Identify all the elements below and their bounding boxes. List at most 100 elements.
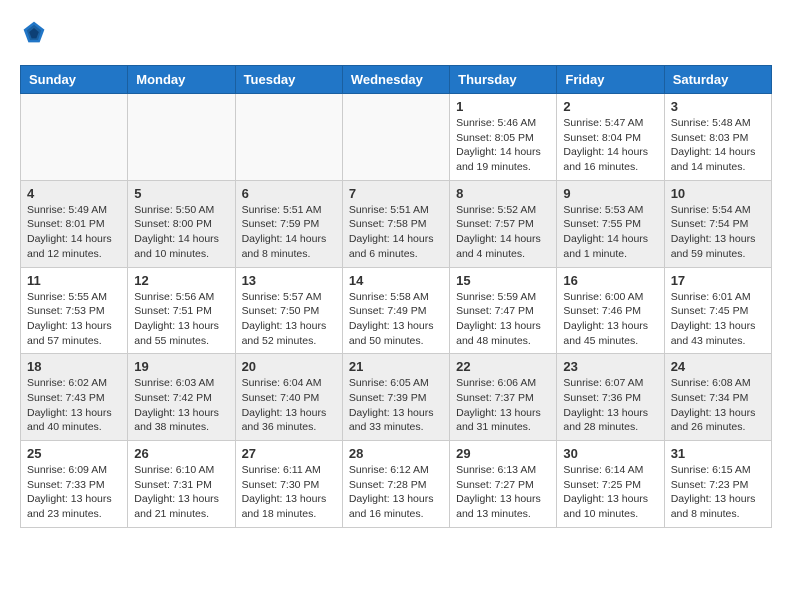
day-info: Sunrise: 6:07 AM Sunset: 7:36 PM Dayligh… [563,376,657,435]
day-number: 22 [456,359,550,374]
calendar-cell: 18 Sunrise: 6:02 AM Sunset: 7:43 PM Dayli… [21,354,128,441]
calendar-week-row: 25 Sunrise: 6:09 AM Sunset: 7:33 PM Dayli… [21,441,772,528]
calendar-cell: 22 Sunrise: 6:06 AM Sunset: 7:37 PM Dayli… [450,354,557,441]
day-info: Sunrise: 6:06 AM Sunset: 7:37 PM Dayligh… [456,376,550,435]
day-number: 10 [671,186,765,201]
calendar-cell: 28 Sunrise: 6:12 AM Sunset: 7:28 PM Dayli… [342,441,449,528]
day-info: Sunrise: 5:56 AM Sunset: 7:51 PM Dayligh… [134,290,228,349]
day-info: Sunrise: 5:47 AM Sunset: 8:04 PM Dayligh… [563,116,657,175]
day-info: Sunrise: 6:14 AM Sunset: 7:25 PM Dayligh… [563,463,657,522]
day-number: 30 [563,446,657,461]
day-number: 31 [671,446,765,461]
calendar-header-row: SundayMondayTuesdayWednesdayThursdayFrid… [21,66,772,94]
day-number: 9 [563,186,657,201]
day-number: 5 [134,186,228,201]
calendar-cell: 15 Sunrise: 5:59 AM Sunset: 7:47 PM Dayli… [450,267,557,354]
calendar-cell [128,94,235,181]
day-info: Sunrise: 6:10 AM Sunset: 7:31 PM Dayligh… [134,463,228,522]
day-info: Sunrise: 5:55 AM Sunset: 7:53 PM Dayligh… [27,290,121,349]
calendar-cell: 25 Sunrise: 6:09 AM Sunset: 7:33 PM Dayli… [21,441,128,528]
calendar-cell [342,94,449,181]
calendar-cell: 29 Sunrise: 6:13 AM Sunset: 7:27 PM Dayli… [450,441,557,528]
day-info: Sunrise: 6:09 AM Sunset: 7:33 PM Dayligh… [27,463,121,522]
day-info: Sunrise: 5:50 AM Sunset: 8:00 PM Dayligh… [134,203,228,262]
calendar-cell: 5 Sunrise: 5:50 AM Sunset: 8:00 PM Daylig… [128,180,235,267]
calendar-week-row: 1Sunrise: 5:46 AM Sunset: 8:05 PM Daylig… [21,94,772,181]
day-info: Sunrise: 6:02 AM Sunset: 7:43 PM Dayligh… [27,376,121,435]
day-info: Sunrise: 5:53 AM Sunset: 7:55 PM Dayligh… [563,203,657,262]
day-number: 16 [563,273,657,288]
day-header-sunday: Sunday [21,66,128,94]
calendar-week-row: 11 Sunrise: 5:55 AM Sunset: 7:53 PM Dayli… [21,267,772,354]
page-header [20,20,772,49]
day-number: 29 [456,446,550,461]
day-number: 20 [242,359,336,374]
day-info: Sunrise: 5:49 AM Sunset: 8:01 PM Dayligh… [27,203,121,262]
calendar-cell: 7 Sunrise: 5:51 AM Sunset: 7:58 PM Daylig… [342,180,449,267]
day-header-tuesday: Tuesday [235,66,342,94]
calendar-cell: 26 Sunrise: 6:10 AM Sunset: 7:31 PM Dayli… [128,441,235,528]
day-info: Sunrise: 6:11 AM Sunset: 7:30 PM Dayligh… [242,463,336,522]
calendar-cell: 16 Sunrise: 6:00 AM Sunset: 7:46 PM Dayli… [557,267,664,354]
day-number: 11 [27,273,121,288]
day-info: Sunrise: 5:51 AM Sunset: 7:59 PM Dayligh… [242,203,336,262]
day-number: 17 [671,273,765,288]
calendar-cell: 23 Sunrise: 6:07 AM Sunset: 7:36 PM Dayli… [557,354,664,441]
calendar-cell: 19Sunrise: 6:03 AM Sunset: 7:42 PM Dayli… [128,354,235,441]
calendar-cell: 24 Sunrise: 6:08 AM Sunset: 7:34 PM Dayli… [664,354,771,441]
calendar-cell: 20Sunrise: 6:04 AM Sunset: 7:40 PM Dayli… [235,354,342,441]
day-number: 19 [134,359,228,374]
day-number: 12 [134,273,228,288]
day-number: 15 [456,273,550,288]
day-info: Sunrise: 6:13 AM Sunset: 7:27 PM Dayligh… [456,463,550,522]
day-info: Sunrise: 6:12 AM Sunset: 7:28 PM Dayligh… [349,463,443,522]
day-header-monday: Monday [128,66,235,94]
day-info: Sunrise: 6:01 AM Sunset: 7:45 PM Dayligh… [671,290,765,349]
day-number: 4 [27,186,121,201]
day-info: Sunrise: 5:59 AM Sunset: 7:47 PM Dayligh… [456,290,550,349]
day-number: 13 [242,273,336,288]
day-number: 18 [27,359,121,374]
calendar-cell: 31 Sunrise: 6:15 AM Sunset: 7:23 PM Dayli… [664,441,771,528]
day-info: Sunrise: 5:52 AM Sunset: 7:57 PM Dayligh… [456,203,550,262]
calendar-table: SundayMondayTuesdayWednesdayThursdayFrid… [20,65,772,528]
day-info: Sunrise: 6:08 AM Sunset: 7:34 PM Dayligh… [671,376,765,435]
calendar-cell: 9 Sunrise: 5:53 AM Sunset: 7:55 PM Daylig… [557,180,664,267]
day-number: 25 [27,446,121,461]
day-number: 14 [349,273,443,288]
calendar-cell [21,94,128,181]
day-header-friday: Friday [557,66,664,94]
day-header-thursday: Thursday [450,66,557,94]
day-info: Sunrise: 5:58 AM Sunset: 7:49 PM Dayligh… [349,290,443,349]
calendar-cell: 21Sunrise: 6:05 AM Sunset: 7:39 PM Dayli… [342,354,449,441]
calendar-cell: 14 Sunrise: 5:58 AM Sunset: 7:49 PM Dayli… [342,267,449,354]
calendar-cell: 30 Sunrise: 6:14 AM Sunset: 7:25 PM Dayli… [557,441,664,528]
calendar-week-row: 18 Sunrise: 6:02 AM Sunset: 7:43 PM Dayli… [21,354,772,441]
day-number: 24 [671,359,765,374]
day-info: Sunrise: 6:05 AM Sunset: 7:39 PM Dayligh… [349,376,443,435]
day-info: Sunrise: 6:15 AM Sunset: 7:23 PM Dayligh… [671,463,765,522]
calendar-cell [235,94,342,181]
logo [20,20,46,49]
day-info: Sunrise: 5:54 AM Sunset: 7:54 PM Dayligh… [671,203,765,262]
calendar-cell: 11 Sunrise: 5:55 AM Sunset: 7:53 PM Dayli… [21,267,128,354]
day-info: Sunrise: 5:51 AM Sunset: 7:58 PM Dayligh… [349,203,443,262]
calendar-cell: 6 Sunrise: 5:51 AM Sunset: 7:59 PM Daylig… [235,180,342,267]
day-number: 28 [349,446,443,461]
day-number: 8 [456,186,550,201]
day-number: 27 [242,446,336,461]
day-number: 23 [563,359,657,374]
day-number: 2 [563,99,657,114]
day-number: 7 [349,186,443,201]
calendar-cell: 27 Sunrise: 6:11 AM Sunset: 7:30 PM Dayli… [235,441,342,528]
calendar-cell: 3Sunrise: 5:48 AM Sunset: 8:03 PM Daylig… [664,94,771,181]
day-number: 26 [134,446,228,461]
calendar-cell: 17 Sunrise: 6:01 AM Sunset: 7:45 PM Dayli… [664,267,771,354]
day-number: 6 [242,186,336,201]
calendar-cell: 4 Sunrise: 5:49 AM Sunset: 8:01 PM Daylig… [21,180,128,267]
day-number: 3 [671,99,765,114]
day-info: Sunrise: 6:00 AM Sunset: 7:46 PM Dayligh… [563,290,657,349]
calendar-cell: 12 Sunrise: 5:56 AM Sunset: 7:51 PM Dayli… [128,267,235,354]
day-header-wednesday: Wednesday [342,66,449,94]
calendar-cell: 13Sunrise: 5:57 AM Sunset: 7:50 PM Dayli… [235,267,342,354]
